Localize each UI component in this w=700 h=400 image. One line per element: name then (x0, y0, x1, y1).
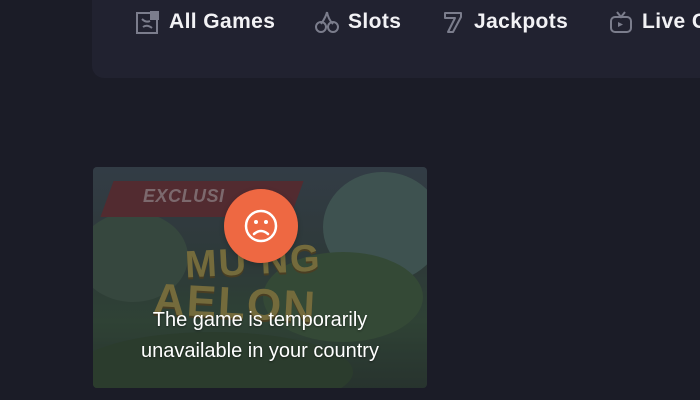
nav-item-label: All Games (169, 10, 276, 33)
unavailable-message-line: unavailable in your country (141, 340, 379, 362)
unavailable-message-line: The game is temporarily (152, 309, 368, 331)
nav-item-slots[interactable]: Slots (314, 4, 401, 40)
game-category-nav: All Games Slots Jackpots Live C (92, 0, 700, 78)
cherries-icon (314, 9, 340, 35)
nav-item-jackpots[interactable]: Jackpots (440, 4, 568, 40)
all-games-icon (135, 9, 161, 35)
nav-item-label: Slots (348, 10, 402, 33)
seven-icon (440, 9, 466, 35)
nav-item-live-casino[interactable]: Live C (608, 4, 700, 40)
sad-face-icon (224, 189, 298, 263)
unavailable-message: The game is temporarily unavailable in y… (93, 305, 427, 367)
nav-item-all-games[interactable]: All Games (135, 4, 275, 40)
game-card[interactable]: EXCLUSI MU NG AELON The game is temporar… (93, 167, 427, 388)
nav-item-label: Live C (642, 10, 700, 33)
nav-item-label: Jackpots (474, 10, 569, 33)
tv-icon (608, 9, 634, 35)
